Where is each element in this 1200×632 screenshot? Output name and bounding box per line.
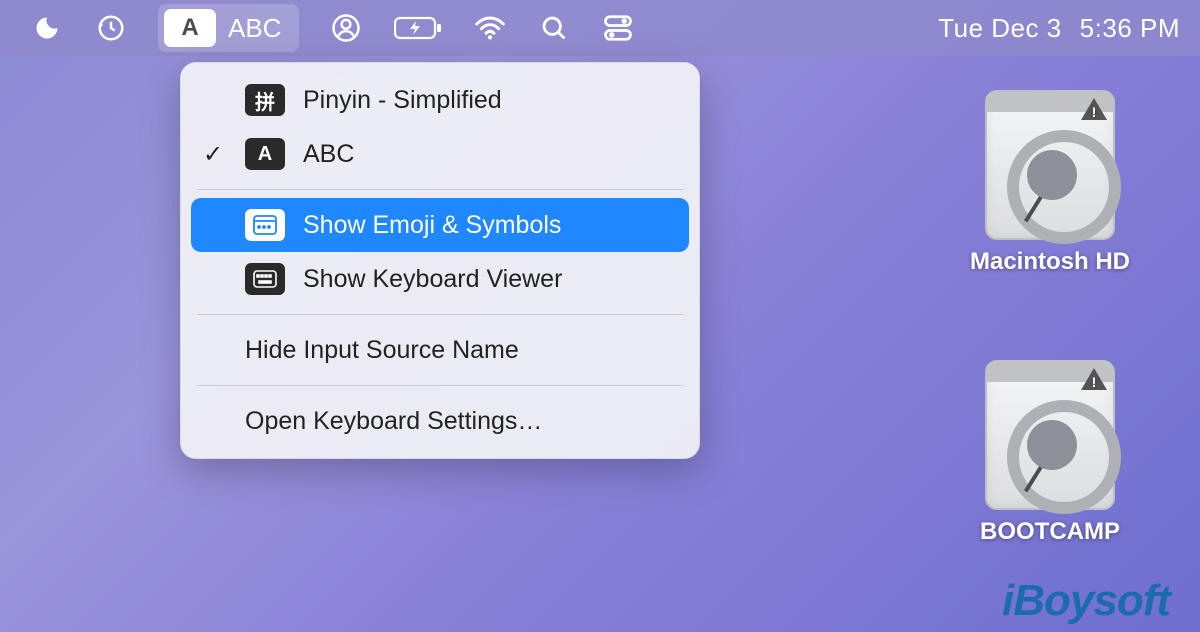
option-label: Show Keyboard Viewer — [303, 265, 562, 294]
menu-separator — [197, 385, 683, 386]
control-center-icon[interactable] — [601, 11, 635, 45]
watermark-logo: iBoysoft — [1002, 576, 1170, 626]
time-label: 5:36 PM — [1080, 13, 1180, 44]
input-source-dropdown: 拼 Pinyin - Simplified ✓ A ABC Show Emoji… — [180, 62, 700, 459]
hard-drive-icon: ! — [985, 360, 1115, 510]
keyboard-icon — [245, 263, 285, 295]
show-emoji-symbols-item[interactable]: Show Emoji & Symbols — [191, 198, 689, 252]
menu-separator — [197, 189, 683, 190]
input-source-menu-button[interactable]: A ABC — [158, 4, 299, 52]
option-label: ABC — [303, 140, 354, 169]
hide-input-source-name-item[interactable]: Hide Input Source Name — [191, 323, 689, 377]
menu-bar: A ABC Tue Dec 3 5:36 PM — [0, 0, 1200, 56]
menu-bar-clock[interactable]: Tue Dec 3 5:36 PM — [938, 13, 1180, 44]
menu-separator — [197, 314, 683, 315]
search-icon[interactable] — [537, 11, 571, 45]
drive-label: Macintosh HD — [940, 248, 1160, 276]
open-keyboard-settings-item[interactable]: Open Keyboard Settings… — [191, 394, 689, 448]
desktop-drive-macintosh-hd[interactable]: ! Macintosh HD — [940, 90, 1160, 276]
character-viewer-icon — [245, 209, 285, 241]
desktop-drive-bootcamp[interactable]: ! BOOTCAMP — [940, 360, 1160, 546]
show-keyboard-viewer-item[interactable]: Show Keyboard Viewer — [191, 252, 689, 306]
hard-drive-icon: ! — [985, 90, 1115, 240]
option-label: Pinyin - Simplified — [303, 86, 502, 115]
input-source-badge: A — [164, 9, 216, 47]
checkmark-icon: ✓ — [199, 140, 227, 169]
battery-icon[interactable] — [393, 11, 443, 45]
user-icon[interactable] — [329, 11, 363, 45]
do-not-disturb-icon[interactable] — [30, 11, 64, 45]
input-source-option-abc[interactable]: ✓ A ABC — [191, 127, 689, 181]
input-source-label: ABC — [228, 13, 281, 44]
option-label: Open Keyboard Settings… — [245, 407, 542, 436]
time-machine-icon[interactable] — [94, 11, 128, 45]
input-source-option-pinyin[interactable]: 拼 Pinyin - Simplified — [191, 73, 689, 127]
pinyin-icon: 拼 — [245, 84, 285, 116]
abc-icon: A — [245, 138, 285, 170]
date-label: Tue Dec 3 — [938, 13, 1061, 44]
option-label: Show Emoji & Symbols — [303, 211, 561, 240]
drive-label: BOOTCAMP — [940, 518, 1160, 546]
option-label: Hide Input Source Name — [245, 336, 519, 365]
wifi-icon[interactable] — [473, 11, 507, 45]
